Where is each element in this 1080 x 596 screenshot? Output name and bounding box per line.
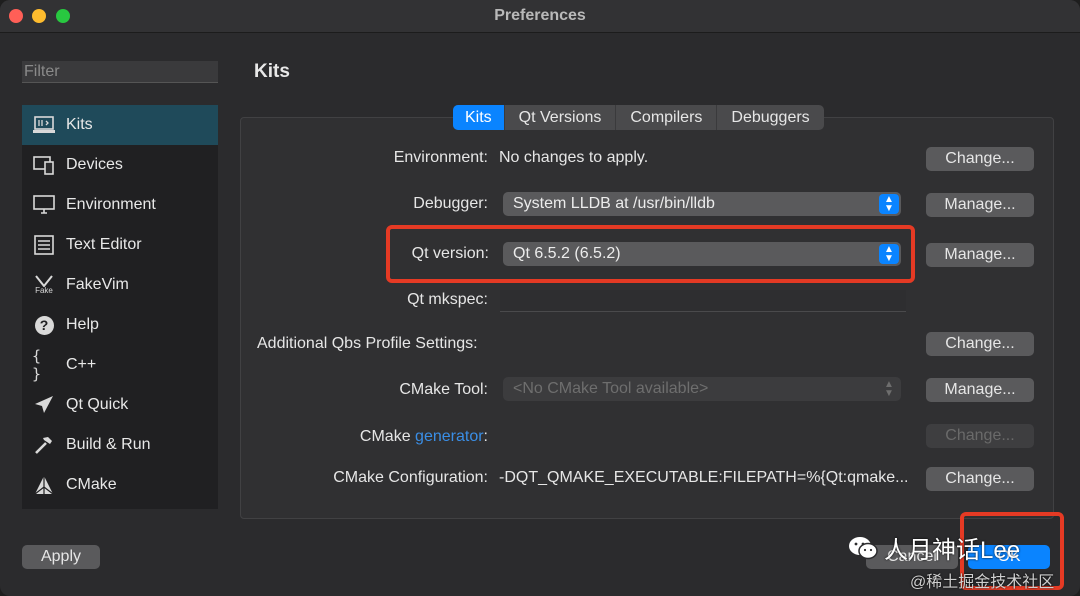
sidebar-item-cpp[interactable]: { } C++ bbox=[22, 345, 218, 385]
tab-bar: Kits Qt Versions Compilers Debuggers bbox=[453, 105, 824, 130]
cmake-icon bbox=[32, 474, 56, 496]
wechat-logo-icon bbox=[848, 535, 878, 561]
tab-kits[interactable]: Kits bbox=[453, 105, 505, 130]
help-icon: ? bbox=[32, 314, 56, 336]
watermark: 人月神话Lee bbox=[848, 530, 1020, 565]
qt-version-highlight-box bbox=[386, 225, 915, 283]
qbs-settings-label: Additional Qbs Profile Settings: bbox=[257, 335, 478, 352]
tab-compilers[interactable]: Compilers bbox=[616, 105, 718, 130]
qt-mkspec-input[interactable] bbox=[500, 290, 906, 312]
sidebar-item-cmake[interactable]: CMake bbox=[22, 465, 218, 505]
sidebar-item-kits[interactable]: Kits bbox=[22, 105, 218, 145]
sidebar-item-label: Qt Quick bbox=[66, 396, 129, 413]
page-title: Kits bbox=[254, 61, 290, 82]
sidebar-item-environment[interactable]: Environment bbox=[22, 185, 218, 225]
sidebar-item-label: Environment bbox=[66, 196, 156, 213]
cmake-config-value: -DQT_QMAKE_EXECUTABLE:FILEPATH=%{Qt:qmak… bbox=[499, 469, 909, 486]
cmake-tool-selected-value: <No CMake Tool available> bbox=[513, 380, 709, 397]
qt-version-manage-button[interactable]: Manage... bbox=[926, 243, 1034, 267]
cmake-generator-label-suffix: : bbox=[483, 428, 488, 445]
cmake-generator-label-prefix: CMake bbox=[359, 428, 416, 445]
watermark-main-text: 人月神话Lee bbox=[884, 537, 1021, 564]
sidebar-item-label: FakeVim bbox=[66, 276, 129, 293]
tab-qt-versions[interactable]: Qt Versions bbox=[505, 105, 617, 130]
debugger-selected-value: System LLDB at /usr/bin/lldb bbox=[513, 195, 715, 212]
environment-icon bbox=[32, 194, 56, 216]
title-bar: Preferences bbox=[0, 0, 1080, 33]
apply-button[interactable]: Apply bbox=[22, 545, 100, 569]
sidebar-item-text-editor[interactable]: Text Editor bbox=[22, 225, 218, 265]
sidebar: Kits Devices Environment Text Editor Fak… bbox=[22, 105, 218, 509]
sidebar-item-label: CMake bbox=[66, 476, 117, 493]
kit-settings-panel bbox=[240, 117, 1054, 519]
sidebar-item-build-run[interactable]: Build & Run bbox=[22, 425, 218, 465]
sidebar-item-label: C++ bbox=[66, 356, 97, 373]
sidebar-item-label: Help bbox=[66, 316, 99, 333]
preferences-window: Preferences Filter Kits Devices Environm… bbox=[0, 0, 1080, 596]
cmake-tool-label: CMake Tool: bbox=[399, 381, 488, 398]
braces-icon: { } bbox=[32, 347, 42, 383]
filter-input[interactable]: Filter bbox=[22, 61, 218, 83]
cmake-config-change-button[interactable]: Change... bbox=[926, 467, 1034, 491]
kits-icon bbox=[32, 114, 56, 136]
paper-plane-icon bbox=[32, 394, 56, 416]
environment-value: No changes to apply. bbox=[499, 149, 649, 166]
cmake-tool-manage-button[interactable]: Manage... bbox=[926, 378, 1034, 402]
sidebar-item-label: Kits bbox=[66, 116, 93, 133]
cmake-generator-label: CMake generator: bbox=[360, 428, 488, 446]
cmake-generator-change-button[interactable]: Change... bbox=[926, 424, 1034, 448]
debugger-select[interactable]: System LLDB at /usr/bin/lldb ▲ ▼ bbox=[503, 192, 901, 216]
environment-label: Environment: bbox=[393, 149, 488, 166]
sidebar-item-label: Text Editor bbox=[66, 236, 142, 253]
text-editor-icon bbox=[32, 234, 56, 256]
window-title: Preferences bbox=[494, 7, 586, 24]
qbs-change-button[interactable]: Change... bbox=[926, 332, 1034, 356]
sidebar-item-help[interactable]: ? Help bbox=[22, 305, 218, 345]
debugger-manage-button[interactable]: Manage... bbox=[926, 193, 1034, 217]
sidebar-item-qt-quick[interactable]: Qt Quick bbox=[22, 385, 218, 425]
sidebar-item-label: Build & Run bbox=[66, 436, 151, 453]
sidebar-item-label: Devices bbox=[66, 156, 123, 173]
cmake-tool-select[interactable]: <No CMake Tool available> ▲ ▼ bbox=[503, 377, 901, 401]
devices-icon bbox=[32, 154, 56, 176]
sidebar-item-devices[interactable]: Devices bbox=[22, 145, 218, 185]
cmake-generator-link[interactable]: generator bbox=[415, 428, 484, 445]
chevron-updown-icon: ▲ ▼ bbox=[879, 194, 899, 214]
watermark-sub-text: @稀土掘金技术社区 bbox=[910, 574, 1055, 591]
environment-change-button[interactable]: Change... bbox=[926, 147, 1034, 171]
qt-mkspec-label: Qt mkspec: bbox=[407, 291, 488, 308]
fakevim-icon: Fake bbox=[32, 274, 56, 296]
chevron-updown-icon: ▲ ▼ bbox=[884, 379, 894, 399]
cmake-config-label: CMake Configuration: bbox=[333, 469, 488, 486]
debugger-label: Debugger: bbox=[413, 195, 488, 212]
hammer-icon bbox=[32, 434, 56, 456]
sidebar-item-fakevim[interactable]: Fake FakeVim bbox=[22, 265, 218, 305]
tab-debuggers[interactable]: Debuggers bbox=[717, 105, 823, 130]
